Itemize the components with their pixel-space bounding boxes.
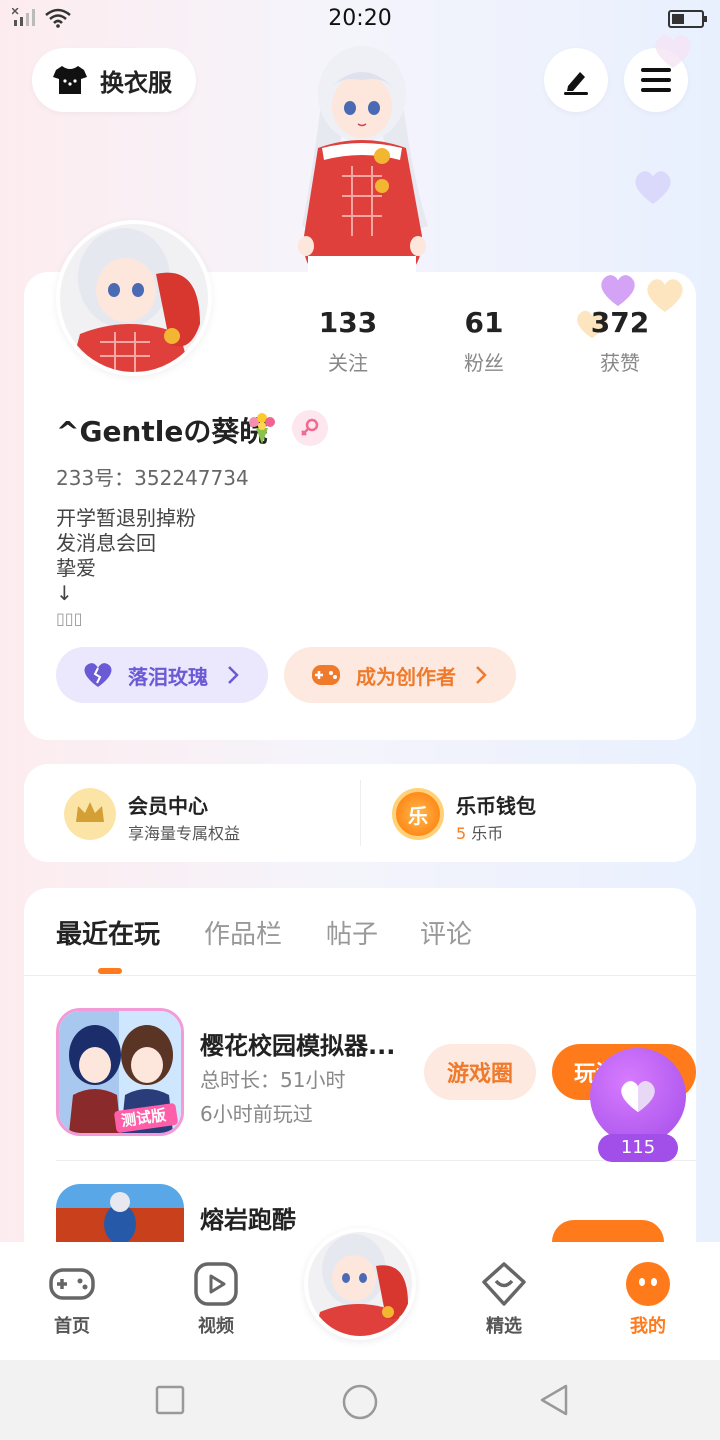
user-id: 233号：352247734 <box>56 466 249 490</box>
vip-center-subtitle: 享海量专属权益 <box>128 824 241 843</box>
stat-label: 关注 <box>328 351 368 375</box>
stat-following[interactable]: 133 关注 <box>288 306 408 376</box>
change-outfit-button[interactable]: 换衣服 <box>32 48 196 112</box>
stat-label: 粉丝 <box>464 351 504 375</box>
nav-home[interactable]: 首页 <box>22 1260 122 1338</box>
bio-line: 发消息会回 <box>56 531 156 555</box>
nav-label: 视频 <box>198 1316 234 1337</box>
back-triangle-icon[interactable] <box>536 1382 572 1418</box>
me-face-icon <box>626 1262 670 1306</box>
pen-icon <box>564 72 588 95</box>
nav-center-avatar[interactable] <box>304 1228 416 1340</box>
coin-icon: 乐 <box>392 788 444 840</box>
heart-deco-icon <box>655 35 691 68</box>
stat-value: 61 <box>464 306 504 339</box>
edit-profile-button[interactable] <box>544 48 608 112</box>
system-nav-bar <box>0 1360 720 1440</box>
broken-heart-icon <box>84 663 112 687</box>
rose-badge-label: 落泪玫瑰 <box>128 664 208 689</box>
game-icon[interactable]: 测试版 <box>56 1008 184 1136</box>
game-title[interactable]: 樱花校园模拟器... <box>200 1026 410 1061</box>
coin-balance: 5 乐币 <box>456 820 503 844</box>
change-outfit-label: 换衣服 <box>100 68 172 97</box>
rose-badge-button[interactable]: 落泪玫瑰 <box>56 647 268 703</box>
vip-center-entry[interactable]: 会员中心 享海量专属权益 <box>64 788 336 844</box>
status-bar: 20:20 <box>0 0 720 38</box>
nav-label: 精选 <box>486 1316 522 1337</box>
chevron-right-icon <box>228 666 239 684</box>
crown-icon <box>64 788 116 840</box>
heart-deco-icon <box>635 171 671 204</box>
nav-video[interactable]: 视频 <box>166 1260 266 1338</box>
stat-likes[interactable]: 372 获赞 <box>560 306 680 376</box>
heart-diamond-icon <box>482 1262 526 1306</box>
avatar-image <box>60 224 208 372</box>
video-play-icon <box>194 1262 238 1306</box>
nav-label: 首页 <box>54 1316 90 1337</box>
divider <box>24 975 696 976</box>
game-duration: 总时长：51小时 <box>200 1068 346 1092</box>
chevron-right-icon <box>476 666 487 684</box>
coin-amount: 5 <box>456 824 467 843</box>
bio-line: 挚爱 <box>56 556 96 580</box>
play-game-button[interactable] <box>552 1220 664 1242</box>
bio-line: ▯▯▯ <box>56 609 83 628</box>
hamburger-icon <box>641 68 671 92</box>
coin-unit: 乐币 <box>471 824 504 843</box>
game-cover-image <box>56 1184 184 1242</box>
vip-center-title: 会员中心 <box>128 794 208 818</box>
divider <box>56 1160 696 1161</box>
game-icon[interactable] <box>56 1184 184 1242</box>
gamepad-icon <box>312 665 340 685</box>
gamepad-icon <box>49 1268 95 1300</box>
tshirt-icon <box>53 66 87 94</box>
floating-like-button[interactable] <box>590 1048 686 1144</box>
tab-posts[interactable]: 帖子 <box>326 914 378 951</box>
stat-value: 372 <box>590 306 650 339</box>
nav-me[interactable]: 我的 <box>598 1260 698 1338</box>
stat-label: 获赞 <box>600 351 640 375</box>
bio-line: ↓ <box>56 581 73 605</box>
tab-comments[interactable]: 评论 <box>420 914 472 951</box>
female-gender-badge <box>292 410 328 446</box>
stat-value: 133 <box>318 306 378 339</box>
heart-icon <box>621 1081 655 1113</box>
tab-works[interactable]: 作品栏 <box>204 914 282 951</box>
recents-square-icon[interactable] <box>154 1384 186 1416</box>
become-creator-button[interactable]: 成为创作者 <box>284 647 516 703</box>
battery-icon <box>668 10 707 28</box>
tab-recently-played[interactable]: 最近在玩 <box>56 914 160 951</box>
coin-wallet-title: 乐币钱包 <box>456 794 536 818</box>
bouquet-icon <box>249 413 275 444</box>
floating-like-count: 115 <box>598 1134 678 1162</box>
heart-deco-icon <box>601 275 635 307</box>
tab-indicator <box>98 968 122 974</box>
become-creator-label: 成为创作者 <box>356 664 456 689</box>
avatar-image <box>308 1232 412 1336</box>
female-icon <box>301 418 319 436</box>
nav-featured[interactable]: 精选 <box>454 1260 554 1338</box>
username: ^Gentleの葵皖 <box>56 415 268 448</box>
nav-label: 我的 <box>630 1316 666 1337</box>
avatar[interactable] <box>56 220 212 376</box>
avatar-character-figure <box>298 46 428 272</box>
coin-icon-glyph: 乐 <box>408 803 428 828</box>
bio-line: 开学暂退别掉粉 <box>56 506 196 530</box>
game-title[interactable]: 熔岩跑酷 <box>200 1200 296 1235</box>
game-last-played: 6小时前玩过 <box>200 1102 313 1126</box>
stat-followers[interactable]: 61 粉丝 <box>424 306 544 376</box>
status-time: 20:20 <box>328 6 392 31</box>
coin-wallet-entry[interactable]: 乐 乐币钱包 5 乐币 <box>392 788 664 844</box>
divider <box>360 780 361 846</box>
home-circle-icon[interactable] <box>340 1382 380 1422</box>
game-circle-button[interactable]: 游戏圈 <box>424 1044 536 1100</box>
